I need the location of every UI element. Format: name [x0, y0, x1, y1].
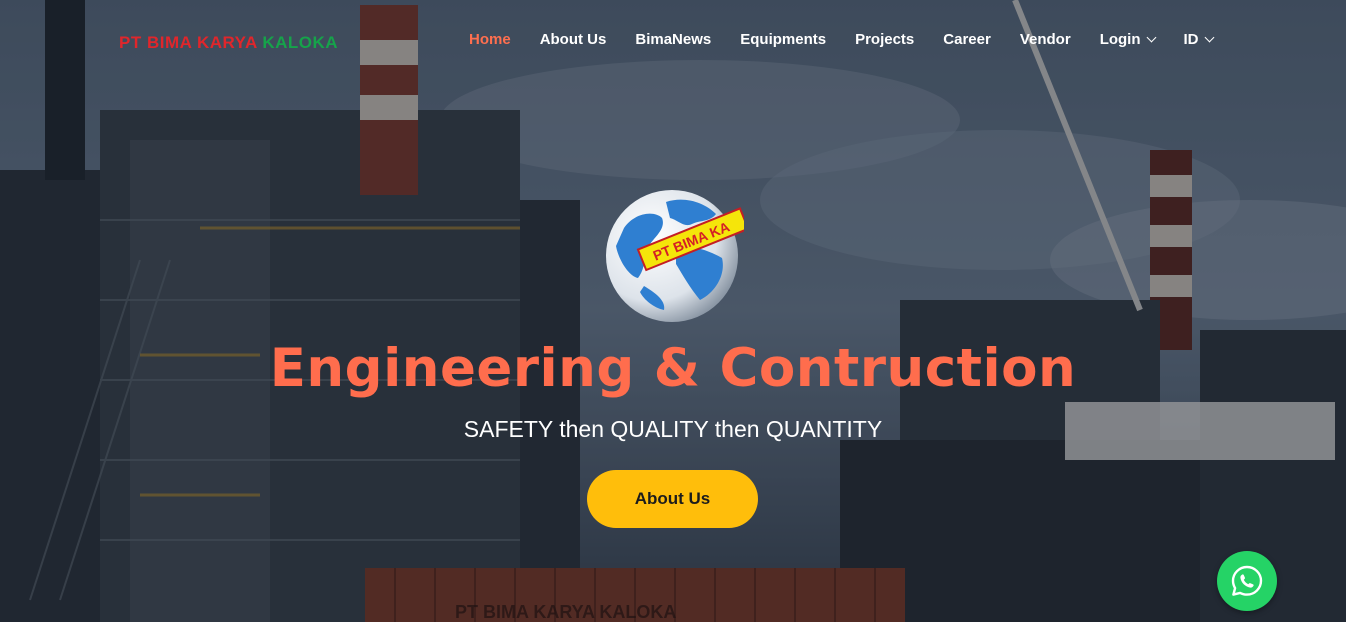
nav-item-label: Home — [469, 30, 511, 48]
nav-item-label: About Us — [539, 30, 607, 48]
nav-item-language-dropdown[interactable]: ID — [1183, 30, 1214, 48]
chevron-down-icon — [1146, 32, 1156, 42]
nav-item-about-us[interactable]: About Us — [540, 31, 607, 48]
nav-item-career[interactable]: Career — [943, 31, 991, 48]
whatsapp-icon — [1231, 565, 1263, 596]
nav-item-vendor[interactable]: Vendor — [1020, 31, 1071, 48]
nav-item-label: Vendor — [1019, 30, 1071, 48]
globe-logo: PT BIMA KA — [606, 190, 744, 322]
nav-item-label: Career — [943, 30, 991, 48]
brand-name-part2: KALOKA — [262, 33, 339, 52]
nav-item-login-dropdown[interactable]: Login — [1099, 30, 1156, 48]
whatsapp-button[interactable] — [1217, 551, 1277, 611]
nav-item-label: Projects — [855, 30, 915, 48]
nav-item-home[interactable]: Home — [469, 31, 511, 48]
nav-item-label: ID — [1183, 30, 1199, 48]
nav-item-equipments[interactable]: Equipments — [740, 31, 826, 48]
hero-tagline: SAFETY then QUALITY then QUANTITY — [463, 416, 883, 442]
nav-item-label: BimaNews — [635, 30, 712, 48]
about-us-button[interactable]: About Us — [587, 470, 758, 528]
nav-item-label: Equipments — [740, 30, 827, 48]
main-navigation: Home About Us BimaNews Equipments Projec… — [469, 28, 1242, 50]
nav-item-bimanews[interactable]: BimaNews — [635, 31, 711, 48]
nav-item-label: Login — [1099, 30, 1141, 48]
chevron-down-icon — [1204, 32, 1214, 42]
brand-name-part1: PT BIMA KARYA — [119, 33, 258, 52]
nav-item-projects[interactable]: Projects — [855, 31, 914, 48]
hero-headline: Engineering & Contruction — [269, 338, 1077, 399]
brand-logo[interactable]: PT BIMA KARYA KALOKA — [119, 33, 338, 53]
